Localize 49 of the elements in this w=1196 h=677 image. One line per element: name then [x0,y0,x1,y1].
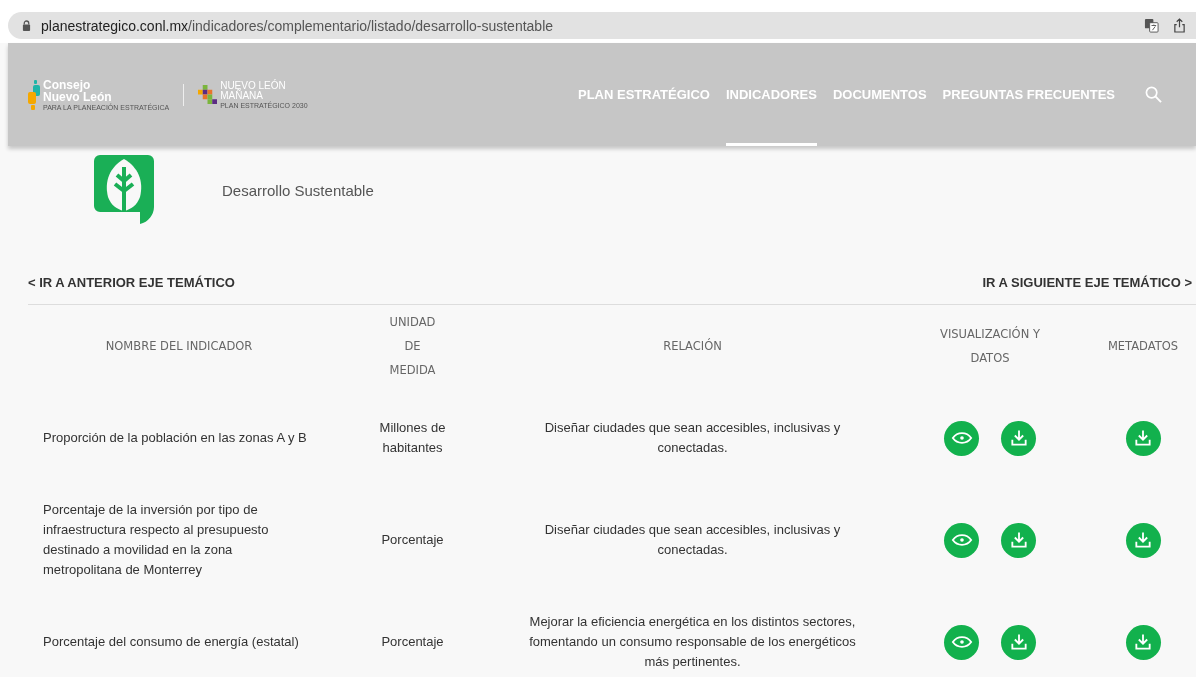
logo-text: NUEVO LEÓN [220,80,287,91]
column-header: NOMBRE DEL INDICADOR [104,338,254,355]
nav-link[interactable]: DOCUMENTOS [832,43,927,146]
next-link[interactable]: IR A SIGUIENTE EJE TEMÁTICO > [982,275,1196,290]
download-icon [1008,428,1029,448]
nav-link[interactable]: PLAN ESTRATÉGICO [578,43,710,146]
table-cell-text: Porcentaje [380,633,445,651]
lock-icon [22,20,31,31]
view-button[interactable] [944,624,979,660]
download-button[interactable] [1001,420,1036,456]
table-cell-text: Millones de habitantes [378,419,447,457]
theme-title: Desarrollo Sustentable [222,181,374,199]
column-header: VISUALIZACIÓN Y DATOS [939,325,1041,367]
download-button[interactable] [1125,420,1161,456]
column-header: METADATOS [1106,338,1180,355]
table-cell-text: Porcentaje [380,531,445,549]
download-button[interactable] [1125,522,1161,558]
download-button[interactable] [1001,522,1036,558]
download-icon [1133,530,1153,550]
download-icon [1008,632,1029,652]
download-button[interactable] [1001,624,1036,660]
table-cell-text: Mejorar la eficiencia energética en los distintos sectores, fomentando un consumo responsable de los energéticos más pertinentes. [528,613,857,671]
table-cell-text: Diseñar ciudades que sean accesibles, inclusivas y conectadas. [543,521,842,559]
view-button[interactable] [944,522,979,558]
table-cell-text: Proporción de la población en las zonas A y B [42,429,308,447]
previous-link[interactable]: < IR A ANTERIOR EJE TEMÁTICO [28,275,239,290]
download-button[interactable] [1125,624,1161,660]
download-icon [1008,530,1029,550]
view-button[interactable] [944,420,979,456]
column-header: RELACIÓN [662,337,723,355]
leaf-icon [94,155,154,225]
download-icon [1133,428,1153,448]
nav-link[interactable]: PREGUNTAS FRECUENTES [942,43,1115,146]
search-icon[interactable] [1145,86,1162,103]
nav-link[interactable]: INDICADORES [725,43,817,146]
share-icon[interactable] [1173,18,1186,33]
logo-text: Consejo [43,78,92,91]
table-cell-text: Diseñar ciudades que sean accesibles, inclusivas y conectadas. [543,419,842,457]
url-text: planestrategico.conl.mx/indicadores/complementario/listado/desarrollo-sustentable [41,17,555,34]
table-cell-text: Porcentaje del consumo de energía (estatal) [42,633,300,651]
figure-logo-icon [28,79,40,110]
download-icon [1133,632,1153,652]
translate-icon[interactable] [1144,18,1159,33]
table-cell-text: Porcentaje de la inversión por tipo de infraestructura respecto al presupuesto destinado a movilidad en la zona metropolitana de Monterrey [42,501,270,579]
column-header: UNIDAD DE MEDIDA [388,314,437,379]
pixel-logo-icon [198,85,218,104]
logo-text: Nuevo León [43,90,112,103]
address-bar[interactable]: planestrategico.conl.mx/indicadores/complementario/listado/desarrollo-sustentable [8,12,1196,39]
logo-text: MAÑANA [220,90,264,101]
